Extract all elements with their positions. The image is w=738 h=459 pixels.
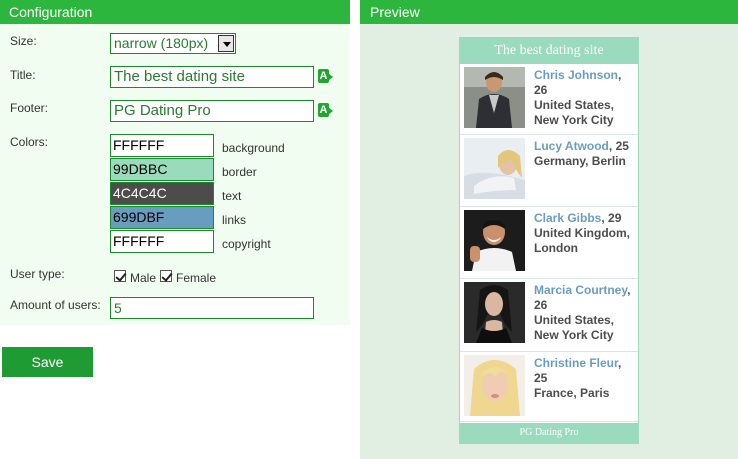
dropdown-arrow-icon[interactable] — [218, 35, 234, 52]
footer-label: Footer: — [10, 101, 49, 115]
preview-panel: Preview The best dating site Chris Johns… — [360, 0, 738, 459]
configuration-panel: Configuration Size: narrow (180px) Title… — [0, 0, 350, 325]
size-select[interactable]: narrow (180px) — [110, 33, 236, 54]
text-color-input[interactable]: 4C4C4C — [110, 182, 214, 205]
user-location: United States, New York City — [534, 98, 615, 127]
widget-footer: PG Dating Pro — [460, 423, 638, 443]
save-button[interactable]: Save — [2, 347, 93, 377]
user-age: 29 — [608, 211, 622, 225]
text-color-label: text — [222, 189, 242, 203]
user-name-link[interactable]: Clark Gibbs — [534, 211, 601, 225]
user-photo[interactable] — [464, 138, 525, 199]
user-type-label: User type: — [10, 267, 65, 281]
user-photo[interactable] — [464, 210, 525, 271]
male-label: Male — [130, 271, 157, 285]
user-age: 26 — [534, 83, 548, 97]
amount-input[interactable]: 5 — [110, 297, 314, 319]
dating-widget: The best dating site Chris Johnson, 26 Un… — [459, 37, 639, 444]
border-color-label: border — [222, 165, 257, 179]
title-input[interactable]: The best dating site — [110, 66, 314, 88]
user-photo[interactable] — [464, 282, 525, 343]
user-item[interactable]: Clark Gibbs, 29 United Kingdom, London — [460, 207, 638, 279]
preview-header: Preview — [360, 0, 738, 24]
title-label: Title: — [10, 68, 36, 82]
user-item[interactable]: Marcia Courtney, 26 United States, New Yo… — [460, 279, 638, 352]
user-name-link[interactable]: Marcia Courtney — [534, 283, 627, 297]
female-checkbox[interactable] — [160, 270, 172, 282]
size-select-value: narrow (180px) — [114, 35, 209, 51]
female-label: Female — [176, 271, 217, 285]
border-color-input[interactable]: 99DBBC — [110, 158, 214, 181]
configuration-header: Configuration — [0, 0, 350, 24]
male-checkbox[interactable] — [114, 270, 126, 282]
user-age: 25 — [615, 139, 629, 153]
colors-label: Colors: — [10, 135, 49, 149]
user-photo[interactable] — [464, 67, 525, 128]
user-photo[interactable] — [464, 355, 525, 416]
user-age: 26 — [534, 298, 548, 312]
user-item[interactable]: Christine Fleur, 25 France, Paris — [460, 352, 638, 422]
user-item[interactable]: Lucy Atwood, 25 Germany, Berlin — [460, 135, 638, 207]
size-label: Size: — [10, 34, 37, 48]
user-location: United Kingdom, London — [534, 226, 630, 255]
user-location: France, Paris — [534, 386, 610, 400]
user-name-link[interactable]: Lucy Atwood — [534, 139, 609, 153]
user-name-link[interactable]: Chris Johnson — [534, 68, 618, 82]
user-item[interactable]: Chris Johnson, 26 United States, New York… — [460, 64, 638, 135]
links-color-input[interactable]: 699DBF — [110, 206, 214, 229]
translate-icon[interactable]: A — [318, 69, 334, 85]
copyright-color-input[interactable]: FFFFFF — [110, 230, 214, 253]
amount-label: Amount of users: — [10, 298, 101, 312]
user-location: United States, New York City — [534, 313, 615, 342]
background-color-input[interactable]: FFFFFF — [110, 134, 214, 157]
user-location: Germany, Berlin — [534, 154, 626, 168]
widget-title: The best dating site — [460, 38, 638, 64]
links-color-label: links — [222, 213, 247, 227]
user-name-link[interactable]: Christine Fleur — [534, 356, 618, 370]
copyright-color-label: copyright — [222, 237, 271, 251]
user-age: 25 — [534, 371, 548, 385]
background-color-label: background — [222, 141, 285, 155]
translate-icon[interactable]: A — [318, 103, 334, 119]
footer-input[interactable]: PG Dating Pro — [110, 100, 314, 122]
